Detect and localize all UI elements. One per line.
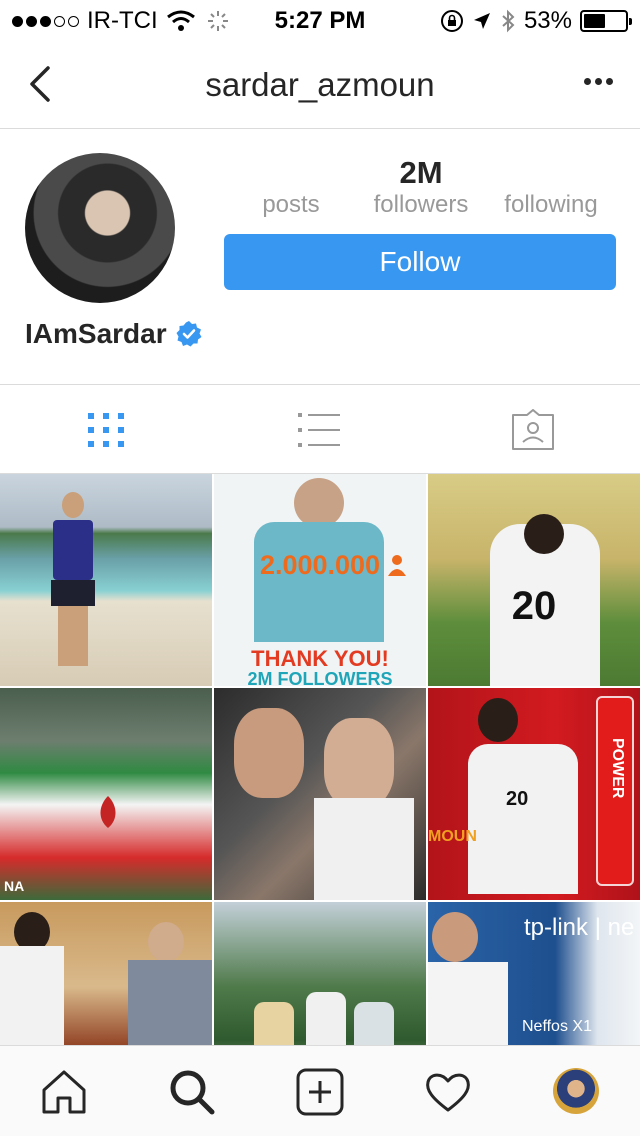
profile-stats: posts 2M followers following <box>226 155 616 219</box>
bottom-tab-bar <box>0 1045 640 1136</box>
grid-icon[interactable] <box>82 409 130 451</box>
profile-avatar-icon[interactable] <box>553 1068 599 1114</box>
post-caption-jersey: 20 <box>506 788 529 810</box>
fullname-text: IAmSardar <box>25 318 167 349</box>
battery-fill <box>584 14 606 28</box>
rotation-lock-icon <box>440 10 463 32</box>
profile-username: sardar_azmoun <box>205 66 435 103</box>
verified-badge-icon <box>176 321 202 347</box>
emblem-icon <box>100 796 116 828</box>
list-icon[interactable] <box>296 409 344 451</box>
following-label: following <box>504 191 598 218</box>
post-caption-name: MOUN <box>428 828 477 845</box>
more-horizontal-icon[interactable] <box>584 66 614 96</box>
posts-label: posts <box>262 191 320 218</box>
location-arrow-icon <box>473 13 490 29</box>
post-caption-number: 20 <box>511 584 557 628</box>
person-icon <box>388 555 406 576</box>
profile-avatar[interactable] <box>25 153 175 303</box>
view-tabs <box>0 384 640 474</box>
post-caption-ad-brand: tp-link | ne <box>524 914 635 941</box>
post-thumbnail[interactable]: 20 MOUN POWER <box>428 688 640 900</box>
search-icon[interactable] <box>168 1068 216 1116</box>
heart-icon[interactable] <box>424 1068 472 1116</box>
battery-percent: 53% <box>523 7 572 34</box>
followers-label: followers <box>373 191 469 218</box>
home-icon[interactable] <box>40 1068 88 1116</box>
bluetooth-icon <box>502 9 515 33</box>
posts-stat[interactable]: posts <box>226 155 356 219</box>
following-stat[interactable]: following <box>486 155 616 219</box>
post-thumbnail[interactable]: 20 <box>428 474 640 686</box>
status-bar: IR-TCI 5:27 PM 53% <box>0 0 640 40</box>
nav-bar: sardar_azmoun <box>0 40 640 129</box>
post-caption-watermark: NA <box>4 878 25 894</box>
followers-count: 2M <box>399 155 443 190</box>
post-thumbnail[interactable]: NA <box>0 688 212 900</box>
posts-count <box>226 155 356 191</box>
post-caption-brand: POWER <box>609 738 626 799</box>
post-thumbnail[interactable]: 2.000.000 THANK YOU! 2M FOLLOWERS <box>214 474 426 686</box>
followers-stat[interactable]: 2M followers <box>356 155 486 219</box>
follow-button[interactable]: Follow <box>224 234 616 290</box>
battery-icon <box>580 10 632 32</box>
post-thumbnail[interactable] <box>214 688 426 900</box>
post-grid: 2.000.000 THANK YOU! 2M FOLLOWERS 20 NA … <box>0 474 640 1114</box>
following-count <box>486 155 616 191</box>
plus-square-icon[interactable] <box>296 1068 344 1116</box>
tagged-person-icon[interactable] <box>509 409 557 451</box>
post-caption-followers: 2M FOLLOWERS <box>247 669 393 686</box>
profile-fullname: IAmSardar <box>25 318 203 350</box>
post-caption-ad-product: Neffos X1 <box>522 1018 592 1035</box>
post-thumbnail[interactable] <box>0 474 212 686</box>
